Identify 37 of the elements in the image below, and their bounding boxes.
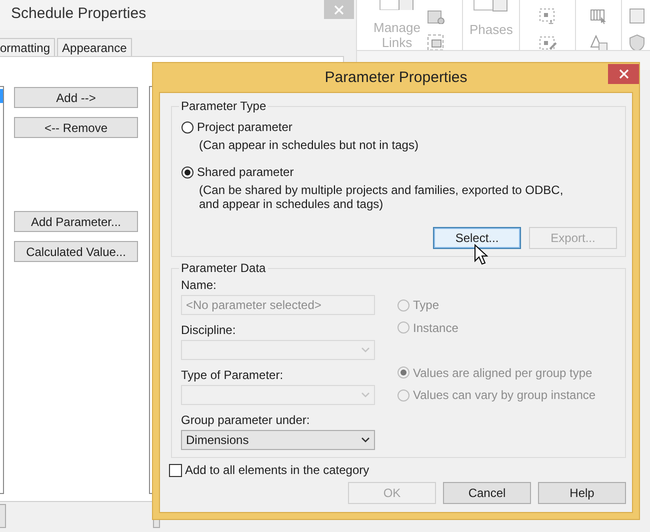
mouse-pointer-icon (474, 244, 488, 266)
tab[interactable]: Appearance (57, 38, 132, 56)
field-label: Group parameter under: (181, 413, 311, 428)
close-button[interactable] (608, 64, 639, 84)
dashed-selection-icon (538, 34, 557, 50)
dialog-title: Parameter Properties (324, 69, 468, 86)
window-title: Schedule Properties (11, 5, 146, 22)
dialog-button[interactable] (0, 504, 6, 528)
close-icon (334, 4, 344, 14)
chevron-down-icon (361, 437, 370, 443)
dialog-button[interactable]: Select... (433, 227, 521, 249)
calculated-value-button[interactable]: Calculated Value... (14, 241, 138, 262)
dialog-button[interactable]: Cancel (443, 482, 531, 504)
dropdown[interactable]: Dimensions (181, 430, 375, 450)
add-parameter-button[interactable]: Add Parameter... (14, 211, 138, 232)
radio-button[interactable]: Project parameter (181, 119, 617, 135)
tab[interactable]: ormatting (0, 38, 56, 56)
image-icon (427, 8, 445, 24)
option-description: (Can be shared by multiple projects and families, exported to ODBC, and appear in schedules and tags) (199, 183, 564, 211)
group-legend: Parameter Data (179, 261, 268, 275)
checkbox[interactable]: Add to all elements in the category (169, 463, 626, 477)
field-label: Discipline: (181, 323, 237, 338)
option-description: (Can appear in schedules but not in tags) (199, 138, 420, 152)
dialog-button[interactable]: Help (538, 482, 626, 504)
chevron-down-icon (361, 347, 370, 353)
dashed-selection-icon (538, 8, 557, 24)
grid-cursor-icon (590, 8, 608, 24)
field-label: Type of Parameter: (181, 368, 284, 383)
add-button[interactable]: Add --> (14, 87, 138, 108)
close-icon (618, 69, 628, 79)
group-legend: Parameter Type (179, 99, 268, 113)
list-box[interactable] (0, 86, 4, 494)
field-label: Name: (181, 278, 218, 293)
chevron-down-icon (361, 392, 370, 398)
radio-button[interactable]: Shared parameter (181, 164, 617, 180)
selected-list-item[interactable] (0, 89, 3, 103)
remove-button[interactable]: <-- Remove (14, 117, 138, 138)
